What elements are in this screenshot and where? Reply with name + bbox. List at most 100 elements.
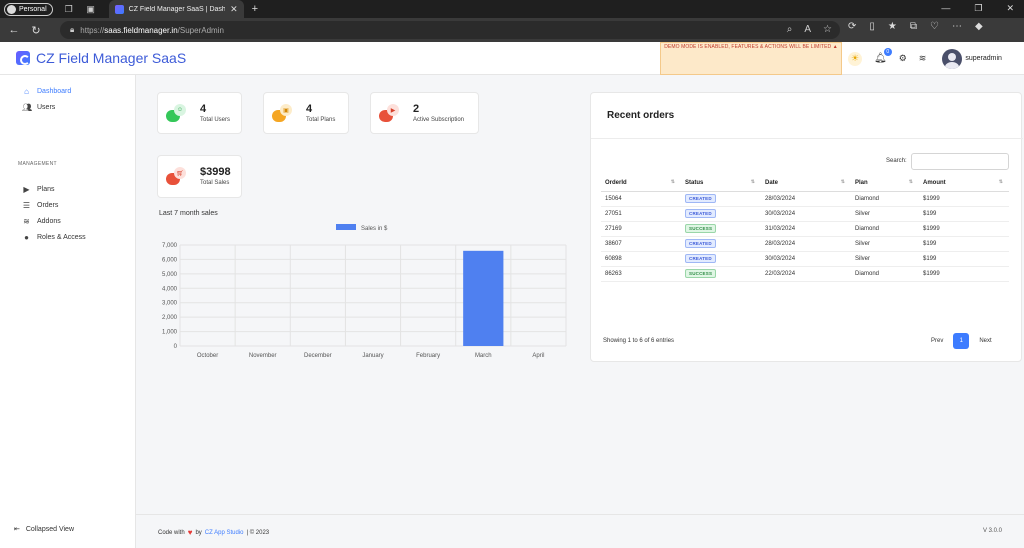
minimize-icon[interactable]: — [941,3,950,14]
subscription-stat-icon: ▶ [379,104,401,124]
user-menu[interactable]: superadmin [942,48,1002,69]
table-row: 27051 CREATED 30/03/2024 Silver $199 [601,206,1009,222]
table-cell-id: 86263 [601,266,681,282]
stat-label: Total Sales [200,180,230,186]
sidebar-item-label: Users [37,104,56,111]
video-icon: ▶ [23,185,30,194]
tab-favicon-icon [114,4,124,14]
column-header-label: Plan [855,179,868,186]
prev-page-button[interactable]: Prev [931,338,943,344]
table-cell-amount: $199 [919,206,1009,222]
sidebar-item-label: Dashboard [37,88,72,95]
entries-info: Showing 1 to 6 of 6 entries [603,338,675,344]
new-tab-icon[interactable]: + [252,3,258,15]
brand[interactable]: CZ Field Manager SaaS [16,50,186,66]
sidebar-item-dashboard[interactable]: ⌂ Dashboard [22,87,71,96]
refresh-icon[interactable]: ↻ [28,24,44,37]
zoom-icon[interactable]: ⌕ [787,24,793,35]
table-cell-plan: Silver [851,206,919,222]
table-cell-date: 31/03/2024 [761,221,851,237]
window-close-icon[interactable]: ✕ [1006,3,1014,14]
search-label: Search: [886,158,907,164]
column-header[interactable]: Status ⇅ [681,175,761,192]
sidebar-item-orders[interactable]: ☰ Orders [22,201,59,210]
settings-gear-icon[interactable]: ⚙ [899,53,907,64]
url-path: /SuperAdmin [177,25,224,35]
profile-button[interactable]: Personal [4,2,53,16]
table-cell-id: 27051 [601,206,681,222]
sidebar-item-users[interactable]: 👥︎ Users [22,103,55,112]
sidebar-item-label: Plans [37,186,55,193]
table-row: 60898 CREATED 30/03/2024 Silver $199 [601,251,1009,267]
collections-icon[interactable]: ⧉ [910,21,917,32]
cell-value: 28/03/2024 [765,240,796,247]
read-aloud-icon[interactable]: A [804,24,811,35]
collapsed-view-toggle[interactable]: ⇤ Collapsed View [14,525,74,534]
collapse-label: Collapsed View [25,525,74,533]
browser-tab-active[interactable]: CZ Field Manager SaaS | Dashbo ✕ [108,0,244,18]
more-menu-icon[interactable]: ⋯ [952,21,962,32]
column-header[interactable]: Amount ⇅ [919,175,1009,192]
workspaces-icon[interactable]: ❐ [63,3,75,15]
x-tick-label: January [362,353,383,359]
sidebar-item-addons[interactable]: ≋ Addons [22,217,61,226]
extensions-icon[interactable]: ⟳ [848,21,856,32]
x-tick-label: March [475,353,492,359]
cell-value: Diamond [855,195,880,202]
sort-icon: ⇅ [840,179,845,185]
column-header[interactable]: Plan ⇅ [851,175,919,192]
favorites-icon[interactable]: ★ [888,21,897,32]
tab-close-icon[interactable]: ✕ [230,4,238,15]
column-header[interactable]: OrderId ⇅ [601,175,681,192]
sidebar-item-roles-access[interactable]: ● Roles & Access [22,233,86,242]
address-bar[interactable]: 🔒︎ https://saas.fieldmanager.in/SuperAdm… [60,21,840,39]
window-controls: — ❐ ✕ [941,3,1014,14]
notification-badge: 0 [883,48,892,56]
browser-tab-bar: Personal ❐ ▣ CZ Field Manager SaaS | Das… [0,0,1024,18]
layers-icon[interactable]: ≋ [919,53,927,64]
y-tick-label: 1,000 [162,330,178,336]
back-icon[interactable]: ← [6,24,22,36]
copilot-icon[interactable]: ◆ [975,21,983,32]
stat-card-total-users: ☺ 4 Total Users [157,92,242,134]
table-cell-status: CREATED [681,206,761,222]
split-screen-icon[interactable]: ▯ [869,21,875,32]
sort-icon: ⇅ [998,179,1003,185]
y-tick-label: 6,000 [162,257,178,263]
table-cell-amount: $1999 [919,191,1009,207]
stat-value: 4 [200,103,207,115]
stat-label: Active Subscription [413,117,465,123]
sort-icon: ⇅ [750,179,755,185]
next-page-button[interactable]: Next [979,338,991,344]
cell-value: 38607 [605,240,622,247]
notifications-bell-icon[interactable]: 🔔︎ 0 [874,48,892,64]
page-1-button[interactable]: 1 [953,333,970,349]
url-host: saas.fieldmanager.in [104,25,178,35]
restore-icon[interactable]: ❐ [974,3,982,14]
table-cell-status: SUCCESS [681,266,761,282]
recent-orders-title: Recent orders [607,110,675,121]
column-header[interactable]: Date ⇅ [761,175,851,192]
table-cell-date: 28/03/2024 [761,236,851,252]
studio-link[interactable]: CZ App Studio [205,530,244,536]
x-tick-label: February [416,353,440,359]
sidebar-item-label: Roles & Access [37,234,86,241]
browser-essentials-icon[interactable]: ♡ [930,21,939,32]
sidebar: ⌂ Dashboard 👥︎ Users MANAGEMENT ▶ Plans … [0,75,136,548]
sidebar-item-plans[interactable]: ▶ Plans [22,185,55,194]
table-row: 38607 CREATED 28/03/2024 Silver $199 [601,236,1009,252]
stat-value: 2 [413,103,420,115]
users-stat-icon: ☺ [166,104,188,124]
cell-value: $1999 [923,195,940,202]
favorite-star-icon[interactable]: ☆ [823,24,832,35]
sales-chart: Sales in $ 0 1,000 2,000 3,000 4,000 5,000 6,00… [140,222,580,370]
sales-chart-svg: Sales in $ 0 1,000 2,000 3,000 4,000 5,000 6,00… [162,224,567,359]
chart-title: Last 7 month sales [159,210,218,217]
cell-value: $199 [923,255,937,262]
username: superadmin [965,55,1002,62]
sidebar-section-management: MANAGEMENT [18,161,57,167]
theme-toggle-sun-icon[interactable]: ☀ [848,51,862,66]
search-input[interactable] [911,153,1009,170]
app-header: CZ Field Manager SaaS DEMO MODE IS ENABL… [0,42,1024,75]
tab-actions-icon[interactable]: ▣ [85,3,97,15]
